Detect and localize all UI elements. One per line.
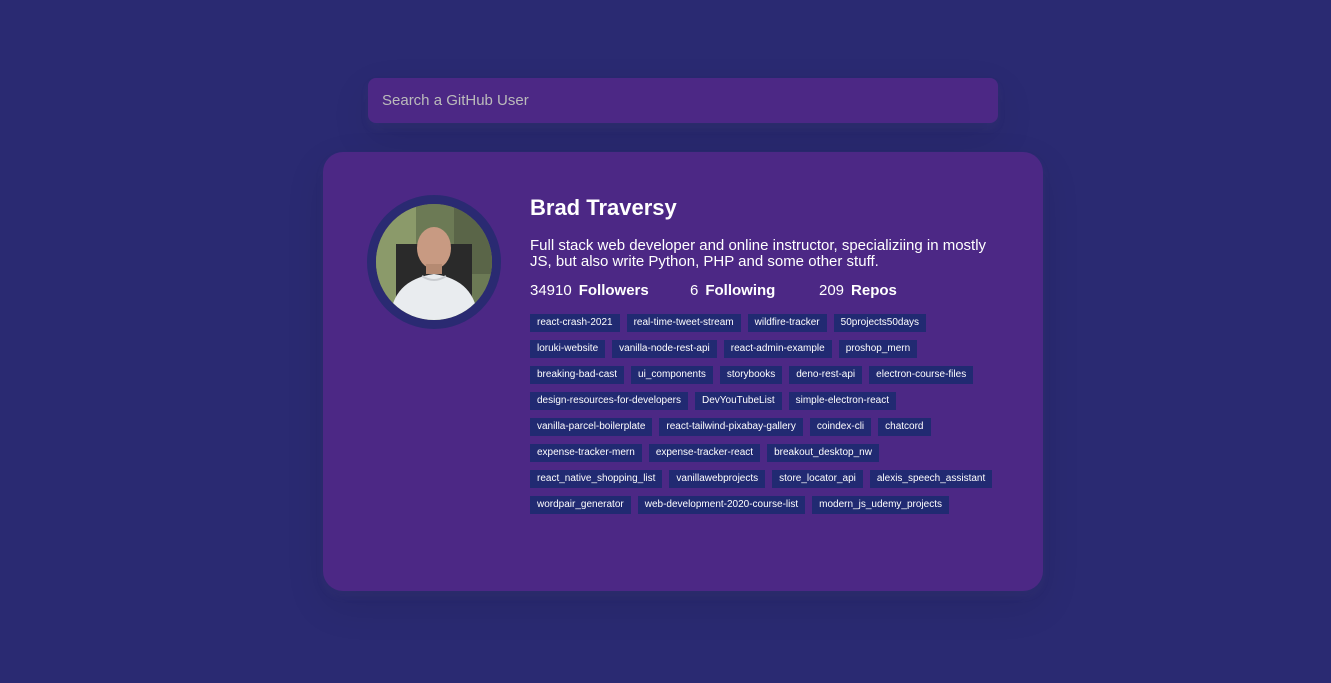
repo-list: react-crash-2021 real-time-tweet-stream wi… [530,314,1000,522]
repo-link[interactable]: coindex-cli [809,418,872,436]
repo-link[interactable]: loruki-website [530,340,606,358]
user-name: Brad Traversy [530,195,677,220]
repo-link[interactable]: alexis_speech_assistant [869,470,993,488]
repo-link[interactable]: vanilla-node-rest-api [612,340,717,358]
following-count: 6 [690,282,699,299]
user-info: Brad Traversy Full stack web developer a… [530,195,1010,522]
page: Brad Traversy Full stack web developer a… [0,0,1331,683]
repo-link[interactable]: wildfire-tracker [747,314,827,332]
repo-link[interactable]: breakout_desktop_nw [767,444,879,462]
repo-link[interactable]: expense-tracker-react [648,444,761,462]
repo-link[interactable]: proshop_mern [838,340,918,358]
user-bio: Full stack web developer and online inst… [530,237,987,270]
stat-followers: 34910 Followers [530,283,690,299]
repo-link[interactable]: react-admin-example [723,340,832,358]
repo-link[interactable]: react-crash-2021 [530,314,620,332]
search-input[interactable] [368,78,998,123]
stat-repos: 209 Repos [819,283,897,299]
repo-link[interactable]: react-tailwind-pixabay-gallery [659,418,803,436]
repo-link[interactable]: chatcord [878,418,931,436]
repo-link[interactable]: deno-rest-api [789,366,863,384]
repo-link[interactable]: 50projects50days [833,314,927,332]
repo-link[interactable]: vanillawebprojects [669,470,766,488]
repo-link[interactable]: ui_components [631,366,713,384]
repo-link[interactable]: breaking-bad-cast [530,366,625,384]
avatar [367,195,501,329]
repo-link[interactable]: electron-course-files [869,366,974,384]
following-label: Following [705,282,776,299]
repo-link[interactable]: DevYouTubeList [694,392,782,410]
repo-link[interactable]: simple-electron-react [788,392,896,410]
repo-link[interactable]: store_locator_api [772,470,863,488]
repo-link[interactable]: storybooks [719,366,783,384]
user-stats: 34910 Followers 6 Following 209 Repos [530,283,1010,299]
repo-link[interactable]: expense-tracker-mern [530,444,642,462]
repo-link[interactable]: wordpair_generator [530,496,631,514]
user-card: Brad Traversy Full stack web developer a… [323,152,1043,591]
repo-link[interactable]: react_native_shopping_list [530,470,663,488]
repo-link[interactable]: web-development-2020-course-list [637,496,806,514]
repo-link[interactable]: vanilla-parcel-boilerplate [530,418,653,436]
search-form [368,78,998,123]
followers-label: Followers [578,282,649,299]
avatar-photo [376,204,492,320]
followers-count: 34910 [530,282,572,299]
repo-link[interactable]: design-resources-for-developers [530,392,688,410]
repos-label: Repos [851,282,897,299]
repo-link[interactable]: real-time-tweet-stream [626,314,741,332]
repo-link[interactable]: modern_js_udemy_projects [812,496,949,514]
repos-count: 209 [819,282,845,299]
stat-following: 6 Following [690,283,819,299]
